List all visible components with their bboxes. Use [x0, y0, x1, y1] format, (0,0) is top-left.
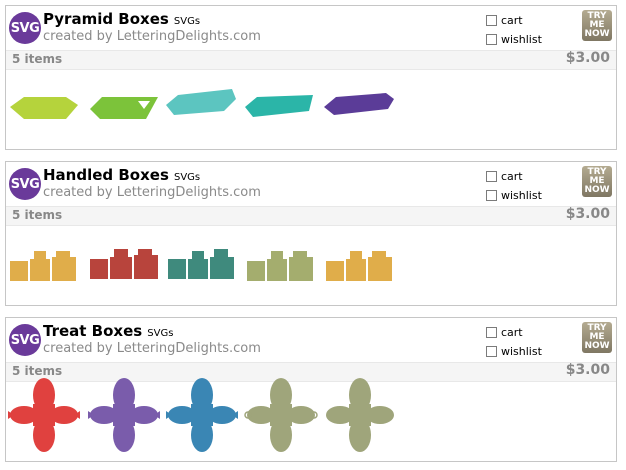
try-me-now-button[interactable]: TRY ME NOW [582, 322, 612, 353]
try-line: NOW [584, 29, 610, 39]
product-name[interactable]: Pyramid Boxes [43, 10, 169, 28]
item-count: 5 items [12, 208, 63, 222]
price: $3.00 [565, 50, 610, 66]
product-thumbnail[interactable] [164, 377, 240, 453]
thumbnail-row [6, 225, 616, 305]
product-card: SVG Treat Boxes SVGs created by Letterin… [5, 317, 617, 462]
product-thumbnail[interactable] [6, 77, 82, 139]
price: $3.00 [565, 362, 610, 378]
product-thumbnail[interactable] [164, 233, 240, 295]
svg-badge[interactable]: SVG [9, 168, 41, 200]
cart-checkbox[interactable] [486, 15, 497, 26]
item-count: 5 items [12, 364, 63, 378]
product-name[interactable]: Treat Boxes [43, 322, 142, 340]
product-thumbnail[interactable] [86, 377, 162, 453]
wishlist-checkbox[interactable] [486, 34, 497, 45]
product-thumbnail[interactable] [164, 77, 240, 139]
product-format: SVGs [173, 16, 201, 27]
product-byline[interactable]: created by LetteringDelights.com [43, 185, 261, 200]
item-count: 5 items [12, 52, 63, 66]
product-title: Handled Boxes SVGs [43, 165, 200, 184]
info-bar: 5 items $3.00 [6, 206, 616, 226]
try-line: NOW [584, 341, 610, 351]
product-thumbnail[interactable] [322, 377, 398, 453]
wishlist-label: wishlist [501, 345, 542, 358]
cart-label: cart [501, 14, 523, 27]
svg-badge[interactable]: SVG [9, 324, 41, 356]
price: $3.00 [565, 206, 610, 222]
product-thumbnail[interactable] [243, 233, 319, 295]
product-thumbnail[interactable] [86, 77, 162, 139]
product-format: SVGs [147, 328, 174, 339]
cart-option[interactable]: cart [486, 170, 523, 183]
product-thumbnail[interactable] [322, 233, 398, 295]
wishlist-option[interactable]: wishlist [486, 345, 542, 358]
product-thumbnail[interactable] [322, 77, 398, 139]
cart-option[interactable]: cart [486, 326, 523, 339]
product-byline[interactable]: created by LetteringDelights.com [43, 341, 261, 356]
product-card: SVG Pyramid Boxes SVGs created by Letter… [5, 5, 617, 150]
cart-label: cart [501, 326, 523, 339]
try-me-now-button[interactable]: TRY ME NOW [582, 166, 612, 197]
product-title: Pyramid Boxes SVGs [43, 9, 200, 28]
cart-checkbox[interactable] [486, 327, 497, 338]
thumbnail-row [6, 378, 616, 461]
product-thumbnail[interactable] [243, 377, 319, 453]
info-bar: 5 items $3.00 [6, 50, 616, 70]
wishlist-option[interactable]: wishlist [486, 33, 542, 46]
cart-checkbox[interactable] [486, 171, 497, 182]
wishlist-label: wishlist [501, 33, 542, 46]
svg-badge[interactable]: SVG [9, 12, 41, 44]
product-thumbnail[interactable] [86, 233, 162, 295]
product-byline[interactable]: created by LetteringDelights.com [43, 29, 261, 44]
cart-label: cart [501, 170, 523, 183]
product-title: Treat Boxes SVGs [43, 321, 173, 340]
cart-option[interactable]: cart [486, 14, 523, 27]
product-format: SVGs [173, 172, 201, 183]
try-me-now-button[interactable]: TRY ME NOW [582, 10, 612, 41]
thumbnail-row [6, 69, 616, 149]
product-card: SVG Handled Boxes SVGs created by Letter… [5, 161, 617, 306]
wishlist-checkbox[interactable] [486, 190, 497, 201]
product-thumbnail[interactable] [6, 377, 82, 453]
product-thumbnail[interactable] [243, 77, 319, 139]
product-thumbnail[interactable] [6, 233, 82, 295]
product-name[interactable]: Handled Boxes [43, 166, 169, 184]
try-line: NOW [584, 185, 610, 195]
wishlist-option[interactable]: wishlist [486, 189, 542, 202]
wishlist-checkbox[interactable] [486, 346, 497, 357]
wishlist-label: wishlist [501, 189, 542, 202]
